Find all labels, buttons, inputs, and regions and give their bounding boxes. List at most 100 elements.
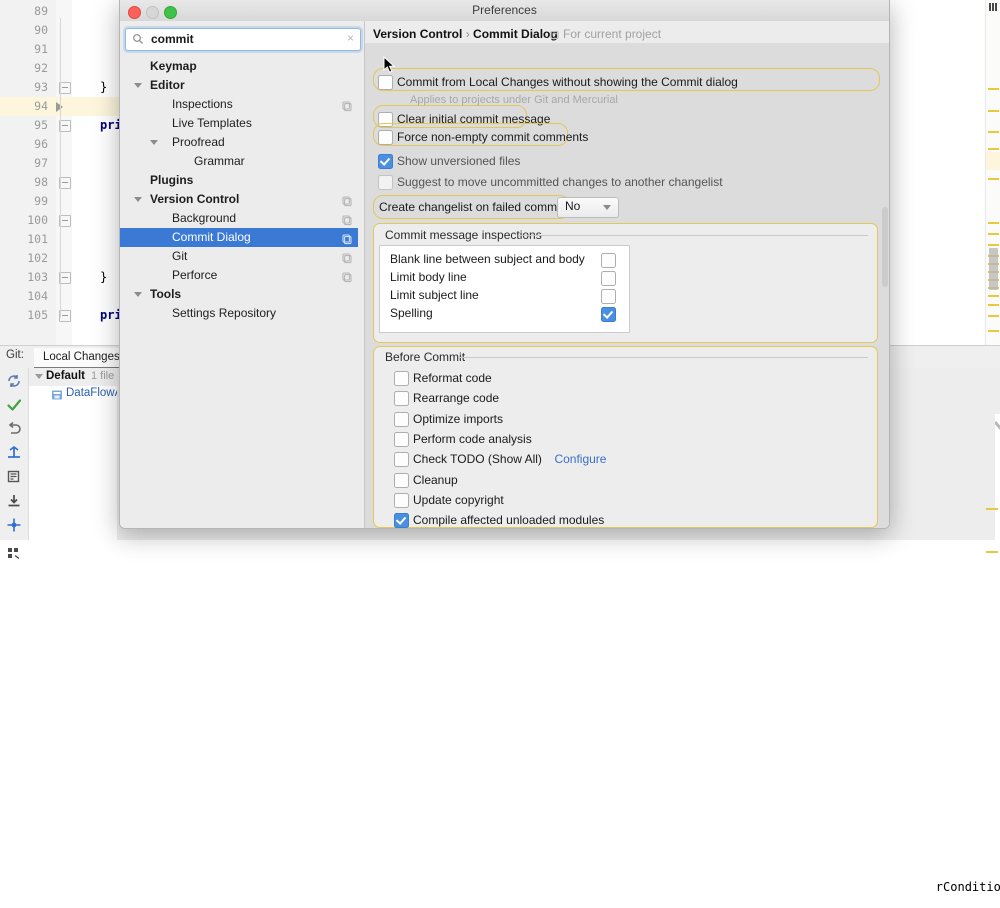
error-stripe-marker[interactable] [988,330,999,332]
editor-gutter[interactable]: 8990919293949596979899100101102103104105 [0,0,57,345]
sidebar-item-label: Settings Repository [172,304,276,323]
settings-scrollbar[interactable] [882,47,888,525]
inspection-row[interactable]: Limit body line [390,269,467,286]
shelve-icon[interactable] [5,444,23,462]
line-number: 102 [0,249,48,268]
show-diff-icon[interactable] [5,468,23,486]
chevron-down-icon[interactable] [134,197,142,202]
error-stripe-marker[interactable] [988,178,999,180]
copy-settings-icon[interactable] [342,213,353,224]
move-to-changelist-icon[interactable] [5,516,23,534]
inspection-checkbox-blank-line-between-subject-and-body[interactable] [601,253,616,268]
breadcrumb-root[interactable]: Version Control [373,27,462,41]
error-stripe-marker-bar[interactable] [985,0,1000,345]
group-divider [458,357,868,358]
chevron-down-icon[interactable] [35,374,43,379]
changed-file-name[interactable]: DataFlowA [66,387,122,399]
group-by-icon[interactable] [5,544,23,562]
commit-checkmark-icon[interactable] [5,396,23,414]
checkbox-optimize-imports[interactable] [394,412,409,427]
error-stripe-marker[interactable] [988,233,999,235]
copy-settings-icon[interactable] [342,194,353,205]
copy-settings-icon[interactable] [342,232,353,243]
sidebar-item-label: Live Templates [172,114,252,133]
checkbox-label: Perform code analysis [413,431,532,447]
rollback-icon[interactable] [5,420,23,438]
sidebar-item-label: Grammar [194,152,245,171]
dialog-title: Preferences [120,3,889,17]
editor-scrollbar-thumb[interactable] [989,248,998,290]
search-field[interactable]: commit × [125,28,361,51]
inspections-list[interactable]: Blank line between subject and bodyLimit… [379,245,630,333]
chevron-down-icon[interactable] [134,292,142,297]
sidebar-item-label: Version Control [150,190,239,209]
sidebar-item-label: Background [172,209,236,228]
chevron-down-icon[interactable] [603,205,611,210]
scope-note: For current project [563,27,661,41]
changes-tree[interactable]: Default 1 file DataFlowA [29,368,117,540]
chevron-down-icon[interactable] [134,83,142,88]
line-number: 104 [0,287,48,306]
checkbox-rearrange-code[interactable] [394,391,409,406]
get-from-vcs-icon[interactable] [5,492,23,510]
checkbox-label: Compile affected unloaded modules [413,512,604,528]
sidebar-item-commit-dialog[interactable]: Commit Dialog [120,228,358,247]
checkbox-update-copyright[interactable] [394,493,409,508]
changelist-combo[interactable]: No [557,197,619,218]
inspection-row[interactable]: Spelling [390,305,433,322]
error-stripe-marker[interactable] [988,110,999,112]
configure-link[interactable]: Configure [554,451,606,467]
preferences-dialog: Preferences commit × KeymapEditorInspect… [119,0,890,529]
screen: 8990919293949596979899100101102103104105… [0,0,1000,539]
search-input-value[interactable]: commit [151,32,194,46]
inspection-checkbox-spelling[interactable] [601,307,616,322]
copy-settings-icon[interactable] [342,99,353,110]
changelist-row[interactable]: Default 1 file [29,368,117,386]
inspection-checkbox-limit-body-line[interactable] [601,271,616,286]
copy-settings-icon[interactable] [342,270,353,281]
inspection-checkbox-limit-subject-line[interactable] [601,289,616,304]
error-stripe-marker[interactable] [988,295,999,297]
inspection-row[interactable]: Limit subject line [390,287,479,304]
checkbox-label: Check TODO (Show All) [413,451,542,467]
error-stripe-marker[interactable] [988,315,999,317]
sidebar-item-label: Inspections [172,95,233,114]
line-number: 90 [0,21,48,40]
settings-tree[interactable]: KeymapEditorInspectionsLive TemplatesPro… [120,57,364,527]
checkbox-force-non-empty-commit-comments[interactable] [378,130,393,145]
diff-content [995,414,1000,562]
refresh-icon[interactable] [5,372,23,390]
line-number: 103 [0,268,48,287]
diff-collapsed-separator [995,420,1000,431]
checkbox-suggest-to-move-uncommitted-changes-to-another-changelist[interactable] [378,175,393,190]
line-number: 98 [0,173,48,192]
checkbox-commit-from-local-changes-without-showing-the-commit-dialog[interactable] [378,75,393,90]
clear-search-icon[interactable]: × [347,31,354,45]
tab-local-changes[interactable]: Local Changes [34,348,129,369]
checkbox-perform-code-analysis[interactable] [394,432,409,447]
checkbox-label: Cleanup [413,472,458,488]
checkbox-label: Show unversioned files [397,153,520,169]
error-stripe-marker[interactable] [988,244,999,246]
error-stripe-marker[interactable] [988,304,999,306]
java-file-icon [51,389,63,401]
copy-settings-icon[interactable] [342,251,353,262]
checkbox-cleanup[interactable] [394,473,409,488]
error-stripe-marker[interactable] [988,222,999,224]
code-folding-column[interactable] [56,0,72,345]
checkbox-show-unversioned-files[interactable] [378,154,393,169]
sidebar-item-label: Proofread [172,133,225,152]
chevron-down-icon[interactable] [150,140,158,145]
error-stripe-marker[interactable] [988,131,999,133]
checkbox-label: Reformat code [413,370,492,386]
error-stripe-marker[interactable] [988,148,999,150]
checkbox-label: Optimize imports [413,411,503,427]
dialog-title-bar[interactable]: Preferences [120,0,889,22]
sidebar-item-label: Git [172,247,187,266]
checkbox-check-todo-show-all[interactable] [394,452,409,467]
checkbox-compile-affected-unloaded-modules[interactable] [394,513,409,528]
editor-bottom-code-fragment: rCondition(int [878,866,1000,908]
error-stripe-marker[interactable] [988,88,999,90]
inspection-row[interactable]: Blank line between subject and body [390,251,585,268]
checkbox-reformat-code[interactable] [394,371,409,386]
